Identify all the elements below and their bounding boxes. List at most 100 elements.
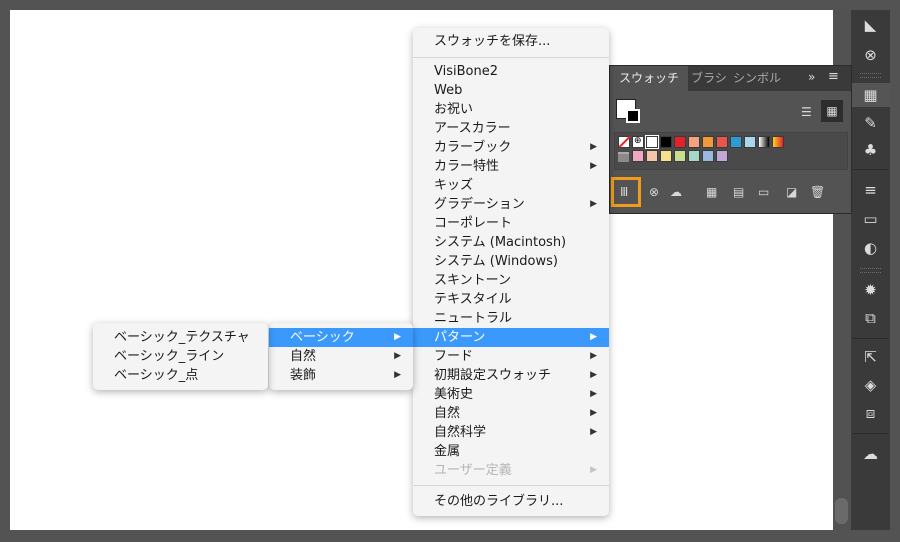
- pink-swatch[interactable]: [632, 150, 644, 162]
- swatch-options-icon[interactable]: ▤: [733, 184, 744, 200]
- gradient-panel-icon[interactable]: ◣: [851, 13, 890, 37]
- yellow-swatch[interactable]: [660, 150, 672, 162]
- swatches-panel-icon[interactable]: ▦: [851, 83, 890, 107]
- menu-item-label: その他のライブラリ...: [434, 494, 564, 509]
- menu-item-label: Web: [434, 83, 463, 98]
- none-swatch[interactable]: [618, 135, 631, 149]
- menu-item[interactable]: 自然 ▶: [413, 404, 609, 423]
- submenu-item[interactable]: ベーシック ▶: [269, 328, 413, 347]
- menu-item-save[interactable]: スウォッチを保存...: [413, 32, 609, 51]
- menu-item-label: ニュートラル: [434, 311, 513, 326]
- menu-item[interactable]: コーポレート: [413, 214, 609, 233]
- menu-item[interactable]: パターン ▶: [413, 328, 609, 347]
- submenu-item[interactable]: ベーシック_ライン: [93, 347, 268, 366]
- salmon-swatch[interactable]: [688, 136, 700, 148]
- submenu-arrow-icon: ▶: [590, 370, 597, 380]
- menu-item[interactable]: スキントーン: [413, 271, 609, 290]
- menu-item[interactable]: システム (Macintosh): [413, 233, 609, 252]
- new-swatch-icon[interactable]: ◪: [786, 184, 797, 200]
- menu-item[interactable]: お祝い: [413, 100, 609, 119]
- white-swatch[interactable]: [645, 135, 659, 149]
- menu-item[interactable]: 自然科学 ▶: [413, 423, 609, 442]
- gradient-warm-swatch[interactable]: [772, 136, 784, 148]
- swatch-library-menu: スウォッチを保存... VisiBone2 Web お祝いアースカラーカラーブック ▶…: [413, 28, 609, 516]
- menu-item-label: カラー特性: [434, 159, 500, 174]
- graphic-styles-icon[interactable]: ⧉: [851, 306, 890, 330]
- swatch-kind-icon[interactable]: ▦: [706, 184, 717, 200]
- submenu-arrow-icon: ▶: [590, 142, 597, 152]
- menu-item-label: フード: [434, 349, 474, 364]
- menu-item[interactable]: カラーブック ▶: [413, 138, 609, 157]
- menu-item[interactable]: テキスタイル: [413, 290, 609, 309]
- stroke-panel-icon[interactable]: ≡: [851, 178, 890, 202]
- submenu-item[interactable]: 自然 ▶: [269, 347, 413, 366]
- registration-swatch[interactable]: ⊕: [632, 136, 644, 148]
- menu-item[interactable]: VisiBone2: [413, 62, 609, 81]
- coral-swatch[interactable]: [716, 136, 728, 148]
- menu-item-label: VisiBone2: [434, 64, 498, 79]
- submenu-item[interactable]: ベーシック_点: [93, 366, 268, 385]
- menu-item[interactable]: Web: [413, 81, 609, 100]
- gradient-bw-swatch[interactable]: [758, 136, 770, 148]
- link-node-icon[interactable]: ⊗: [851, 43, 890, 67]
- submenu-item[interactable]: ベーシック_テクスチャ: [93, 328, 268, 347]
- new-folder-icon[interactable]: ▭: [758, 184, 769, 200]
- tab-symbols[interactable]: シンボル: [724, 66, 790, 91]
- menu-item[interactable]: カラー特性 ▶: [413, 157, 609, 176]
- transparency-icon[interactable]: ◐: [851, 236, 890, 260]
- menu-item-label: グラデーション: [434, 197, 525, 212]
- creative-cloud-icon[interactable]: ☁: [851, 442, 890, 466]
- collapse-icon[interactable]: »: [808, 70, 815, 84]
- menu-item[interactable]: 初期設定スウォッチ ▶: [413, 366, 609, 385]
- tab-swatches[interactable]: スウォッチ: [610, 66, 689, 91]
- list-view-icon[interactable]: ☰: [801, 104, 812, 120]
- menu-item[interactable]: ニュートラル: [413, 309, 609, 328]
- dock-grip[interactable]: [860, 268, 881, 273]
- scrollbar-thumb[interactable]: [835, 498, 848, 524]
- menu-item-label: スキントーン: [434, 273, 511, 288]
- menu-item-label: 美術史: [434, 387, 474, 402]
- menu-item-label: コーポレート: [434, 216, 513, 231]
- light-blue-swatch[interactable]: [744, 136, 756, 148]
- panel-menu-icon[interactable]: ≡: [828, 69, 839, 84]
- appearance-icon[interactable]: ✹: [851, 278, 890, 302]
- menu-item[interactable]: グラデーション ▶: [413, 195, 609, 214]
- orange-swatch[interactable]: [702, 136, 714, 148]
- dock-grip[interactable]: [860, 73, 881, 78]
- black-swatch[interactable]: [660, 136, 672, 148]
- link-icon[interactable]: ⊗: [649, 184, 659, 200]
- menu-item[interactable]: アースカラー: [413, 119, 609, 138]
- sky-swatch[interactable]: [702, 150, 714, 162]
- peach-swatch[interactable]: [646, 150, 658, 162]
- menu-separator: [413, 57, 609, 58]
- menu-item-other-libraries[interactable]: その他のライブラリ...: [413, 492, 609, 511]
- cloud-sync-icon[interactable]: ☁: [670, 184, 682, 200]
- brushes-panel-icon[interactable]: ✎: [851, 111, 890, 135]
- color-group-folder-icon[interactable]: [618, 152, 629, 162]
- lime-swatch[interactable]: [674, 150, 686, 162]
- export-icon[interactable]: ⇱: [851, 345, 890, 369]
- submenu-item[interactable]: 装飾 ▶: [269, 366, 413, 385]
- layers-icon[interactable]: ◈: [851, 373, 890, 397]
- menu-item[interactable]: 金属: [413, 442, 609, 461]
- lavender-swatch[interactable]: [716, 150, 728, 162]
- menu-item[interactable]: システム (Windows): [413, 252, 609, 271]
- menu-item[interactable]: 美術史 ▶: [413, 385, 609, 404]
- menu-item-label: ベーシック_ライン: [114, 349, 225, 364]
- symbols-panel-icon[interactable]: ♣: [851, 138, 890, 162]
- swatch-libraries-menu-icon[interactable]: Ⅲ: [620, 184, 628, 200]
- blue-swatch[interactable]: [730, 136, 742, 148]
- dock-divider: [853, 433, 888, 434]
- dock-divider: [853, 169, 888, 170]
- menu-item[interactable]: フード ▶: [413, 347, 609, 366]
- stroke-swatch[interactable]: [626, 109, 640, 123]
- trash-icon[interactable]: 🗑: [810, 184, 825, 200]
- menu-item-label: アースカラー: [434, 121, 511, 136]
- mint-swatch[interactable]: [688, 150, 700, 162]
- grid-view-icon[interactable]: ▦: [821, 100, 843, 122]
- submenu-arrow-icon: ▶: [590, 465, 597, 475]
- gradient-icon[interactable]: ▭: [851, 207, 890, 231]
- menu-item[interactable]: キッズ: [413, 176, 609, 195]
- red-swatch[interactable]: [674, 136, 686, 148]
- artboards-icon[interactable]: ⧈: [851, 401, 890, 425]
